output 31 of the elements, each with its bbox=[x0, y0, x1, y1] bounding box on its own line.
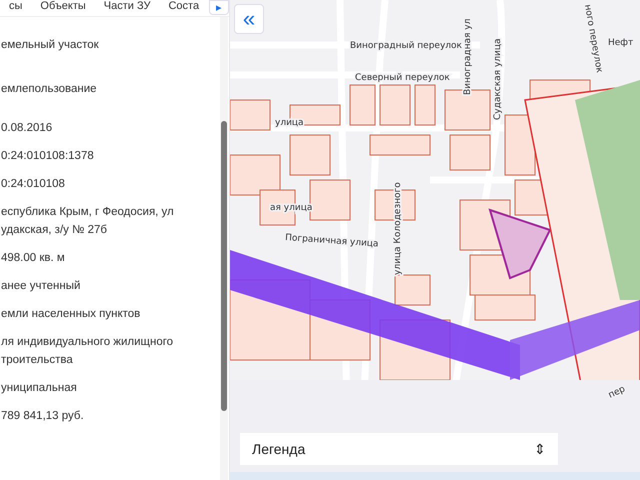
legend-dropdown[interactable]: Легенда ⇕ bbox=[240, 433, 558, 465]
field-value: еспублика Крым, г Феодосия, ул удакская, з/у № 27б bbox=[0, 205, 175, 238]
field-value: анее учтенный bbox=[0, 279, 82, 294]
street-label: Пограничная улица bbox=[284, 233, 379, 250]
tab[interactable]: Соста bbox=[159, 0, 208, 12]
field-value: 0.08.2016 bbox=[0, 121, 54, 136]
field-value: емельный участок bbox=[0, 38, 100, 53]
street-label: Виноградная ул bbox=[463, 18, 473, 95]
field-value: ля индивидуального жилищного троительства bbox=[0, 335, 174, 368]
collapse-button[interactable]: « bbox=[234, 4, 264, 34]
scrollbar-thumb[interactable] bbox=[221, 121, 227, 411]
field-value: 0:24:010108 bbox=[0, 177, 66, 192]
street-label: пер bbox=[607, 384, 627, 401]
tab[interactable]: Объекты bbox=[31, 0, 95, 12]
tab[interactable]: сы bbox=[0, 0, 32, 12]
scrollbar[interactable] bbox=[220, 17, 228, 480]
street-label: ного переулок bbox=[582, 4, 604, 74]
field-value: 0:24:010108:1378 bbox=[0, 149, 95, 164]
field-value: емлепользование bbox=[0, 82, 98, 97]
field-value: 498.00 кв. м bbox=[0, 251, 66, 266]
field-value: 789 841,13 руб. bbox=[0, 409, 85, 424]
street-label: Северный переулок bbox=[355, 73, 450, 83]
street-label: Виноградный переулок bbox=[350, 41, 462, 51]
street-label: улица Колодезного bbox=[393, 182, 403, 275]
scroll-right-button[interactable]: ▸ bbox=[209, 0, 229, 15]
street-label: Судакская улица bbox=[493, 38, 503, 120]
sort-icon: ⇕ bbox=[534, 441, 546, 457]
field-value: униципальная bbox=[0, 381, 78, 396]
field-value: емли населенных пунктов bbox=[0, 307, 142, 322]
tab[interactable]: Части ЗУ bbox=[94, 0, 160, 12]
street-label: Нефт bbox=[608, 38, 634, 48]
